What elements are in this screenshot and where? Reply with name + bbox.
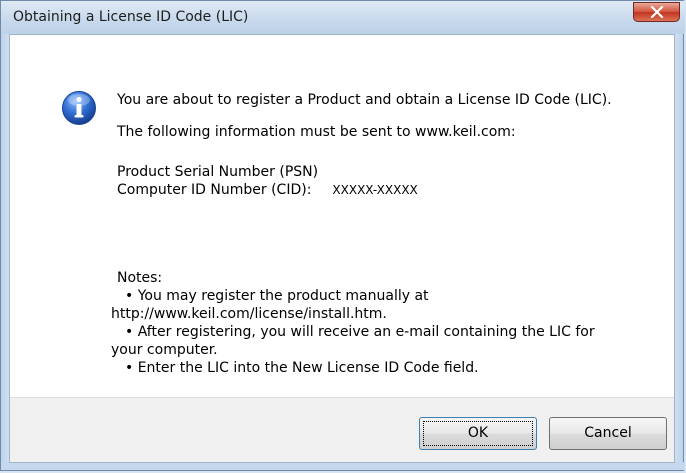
dialog-content: You are about to register a Product and … — [9, 34, 675, 463]
note-2-line-2: your computer. — [111, 342, 218, 358]
cancel-button[interactable]: Cancel — [549, 417, 667, 450]
close-button[interactable] — [633, 2, 680, 22]
note-2-line-1: • After registering, you will receive an… — [125, 324, 595, 340]
notes-label: Notes: — [117, 270, 163, 286]
ok-button[interactable]: OK — [419, 417, 537, 450]
cancel-button-label: Cancel — [584, 425, 632, 441]
dialog-window: Obtaining a License ID Code (LIC) You ar… — [0, 0, 685, 471]
notes-section: Notes: • You may register the product ma… — [111, 269, 657, 377]
send-info-text: The following information must be sent t… — [117, 124, 516, 140]
title-bar[interactable]: Obtaining a License ID Code (LIC) — [1, 1, 685, 34]
note-1-line-2: http://www.keil.com/license/install.htm. — [111, 306, 387, 322]
window-frame-right — [675, 34, 683, 464]
message-text: You are about to register a Product and … — [117, 91, 657, 199]
cid-row: Computer ID Number (CID): XXXXX-XXXXX — [117, 181, 657, 199]
psn-label: Product Serial Number (PSN) — [117, 164, 319, 180]
note-1-line-1: • You may register the product manually … — [125, 288, 429, 304]
ok-button-label: OK — [467, 425, 489, 441]
note-3: • Enter the LIC into the New License ID … — [125, 360, 479, 376]
cid-value: XXXXX-XXXXX — [332, 183, 418, 197]
window-frame-left — [1, 34, 9, 464]
window-title: Obtaining a License ID Code (LIC) — [13, 9, 249, 25]
cid-label: Computer ID Number (CID): — [117, 182, 312, 198]
close-icon — [650, 6, 664, 18]
window-frame-bottom — [1, 462, 685, 470]
info-icon — [62, 91, 96, 125]
button-bar: OK Cancel — [10, 397, 674, 462]
intro-text: You are about to register a Product and … — [117, 92, 612, 108]
